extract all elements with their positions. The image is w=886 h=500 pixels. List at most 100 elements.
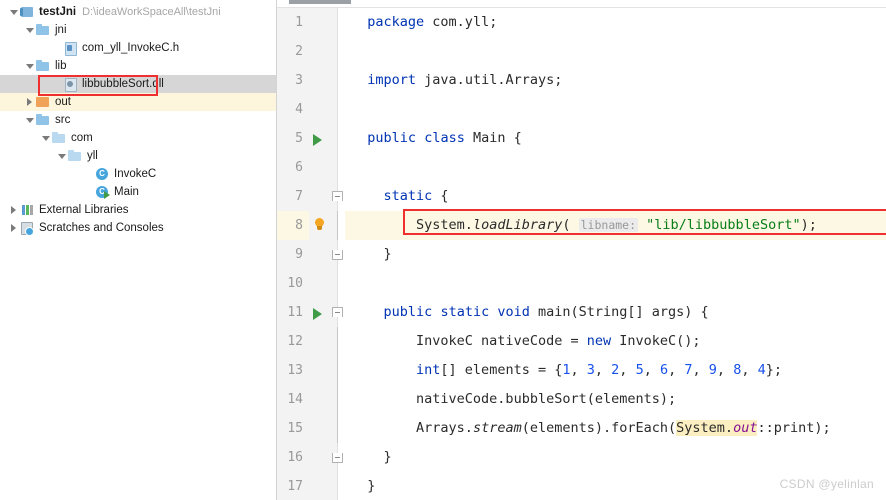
line-number: 15 [277,414,309,443]
chevron-down-icon[interactable] [8,3,19,21]
code-line[interactable]: 4 [277,95,886,124]
code-text[interactable]: } [345,443,886,472]
code-text[interactable]: InvokeC nativeCode = new InvokeC(); [345,327,886,356]
code-text[interactable]: public static void main(String[] args) { [345,298,886,327]
chevron-down-icon[interactable] [56,147,67,165]
line-number: 13 [277,356,309,385]
code-line[interactable]: 11 public static void main(String[] args… [277,298,886,327]
tree-row-root[interactable]: testJni D:\ideaWorkSpaceAll\testJni [0,3,276,21]
code-area[interactable]: 1 package com.yll; 2 3 [277,8,886,500]
fold-start-icon[interactable] [332,191,343,201]
chevron-down-icon[interactable] [24,57,35,75]
chevron-right-icon[interactable] [24,93,35,111]
closing-brace: } [367,478,375,494]
run-arrow-icon[interactable] [313,308,322,320]
line-number: 16 [277,443,309,472]
code-text[interactable]: Arrays.stream(elements).forEach(System.o… [345,414,886,443]
code-line[interactable]: 6 [277,153,886,182]
code-line[interactable]: 7 static { [277,182,886,211]
gutter-marker [309,182,331,211]
code-line[interactable]: 1 package com.yll; [277,8,886,37]
spacer-icon [51,75,62,93]
code-text[interactable] [345,95,886,124]
code-text[interactable]: } [345,240,886,269]
code-text[interactable]: System.loadLibrary( libname: "lib/libbub… [345,211,886,240]
code-line[interactable]: 2 [277,37,886,66]
tree-item-label: Main [114,183,139,201]
chevron-right-icon[interactable] [8,201,19,219]
tree-row-header-file[interactable]: com_yll_InvokeC.h [0,39,276,57]
code-editor-panel[interactable]: 1 package com.yll; 2 3 [277,0,886,500]
class-name: Main { [465,130,522,146]
code-text[interactable]: import java.util.Arrays; [345,66,886,95]
array-value: 8 [733,362,741,378]
active-tab-indicator[interactable] [289,0,351,4]
code-line[interactable]: 16 } [277,443,886,472]
fold-start-icon[interactable] [332,307,343,317]
code-line[interactable]: 3 import java.util.Arrays; [277,66,886,95]
gutter-marker[interactable] [309,211,331,240]
code-line[interactable]: 14 nativeCode.bubbleSort(elements); [277,385,886,414]
gutter-marker [309,95,331,124]
spacer-icon [83,183,94,201]
tree-row-main[interactable]: Main [0,183,276,201]
gutter-marker[interactable] [309,124,331,153]
spacer-icon [51,39,62,57]
fold-marker[interactable] [331,443,345,472]
code-text[interactable]: package com.yll; [345,8,886,37]
project-path-label: D:\ideaWorkSpaceAll\testJni [82,6,221,18]
system-out-highlight[interactable]: System.out [676,420,757,436]
tree-row-yll[interactable]: yll [0,147,276,165]
tree-row-scratches[interactable]: Scratches and Consoles [0,219,276,237]
code-line[interactable]: 15 Arrays.stream(elements).forEach(Syste… [277,414,886,443]
code-line[interactable]: 5 public class Main { [277,124,886,153]
code-line[interactable]: 13 int[] elements = {1, 3, 2, 5, 6, 7, 9… [277,356,886,385]
tree-row-dll[interactable]: libbubbleSort.dll [0,75,276,93]
chevron-down-icon[interactable] [24,111,35,129]
tree-row-com[interactable]: com [0,129,276,147]
code-text[interactable] [345,153,886,182]
fold-marker[interactable] [331,240,345,269]
watermark-label: CSDN @yelinlan [780,477,874,491]
tree-item-label: src [55,111,70,129]
invokec-constructor: InvokeC(); [611,333,700,349]
code-text[interactable]: nativeCode.bubbleSort(elements); [345,385,886,414]
keyword-new: new [587,333,611,349]
code-text[interactable] [345,269,886,298]
code-text[interactable]: static { [345,182,886,211]
tree-row-lib[interactable]: lib [0,57,276,75]
lightbulb-icon[interactable] [314,218,325,233]
code-line-highlighted[interactable]: 8 System.loadLibrary( libname: "lib/libb… [277,211,886,240]
fold-end-icon[interactable] [332,453,343,463]
code-line[interactable]: 12 InvokeC nativeCode = new InvokeC(); [277,327,886,356]
line-number: 6 [277,153,309,182]
chevron-down-icon[interactable] [24,21,35,39]
fold-end-icon[interactable] [332,250,343,260]
tree-row-out[interactable]: out [0,93,276,111]
tree-item-label: InvokeC [114,165,156,183]
code-line[interactable]: 9 } [277,240,886,269]
fold-marker[interactable] [331,182,345,211]
run-arrow-icon[interactable] [313,134,322,146]
tree-row-external-libraries[interactable]: External Libraries [0,201,276,219]
code-text[interactable]: int[] elements = {1, 3, 2, 5, 6, 7, 9, 8… [345,356,886,385]
tree-row-src[interactable]: src [0,111,276,129]
fold-marker[interactable] [331,298,345,327]
project-tree[interactable]: testJni D:\ideaWorkSpaceAll\testJni jni … [0,0,276,237]
chevron-down-icon[interactable] [40,129,51,147]
line-number: 1 [277,8,309,37]
tree-item-label: lib [55,57,67,75]
code-text[interactable] [345,37,886,66]
code-text[interactable]: public class Main { [345,124,886,153]
gutter-marker[interactable] [309,298,331,327]
line-number: 8 [277,211,309,240]
tree-row-invokec[interactable]: InvokeC [0,165,276,183]
gutter-marker [309,153,331,182]
java-class-icon [94,166,110,182]
chevron-right-icon[interactable] [8,219,19,237]
editor-tab-strip[interactable] [277,0,886,8]
code-line[interactable]: 10 [277,269,886,298]
tree-row-jni[interactable]: jni [0,21,276,39]
project-tree-panel[interactable]: testJni D:\ideaWorkSpaceAll\testJni jni … [0,0,277,500]
code-lines[interactable]: 1 package com.yll; 2 3 [277,8,886,500]
